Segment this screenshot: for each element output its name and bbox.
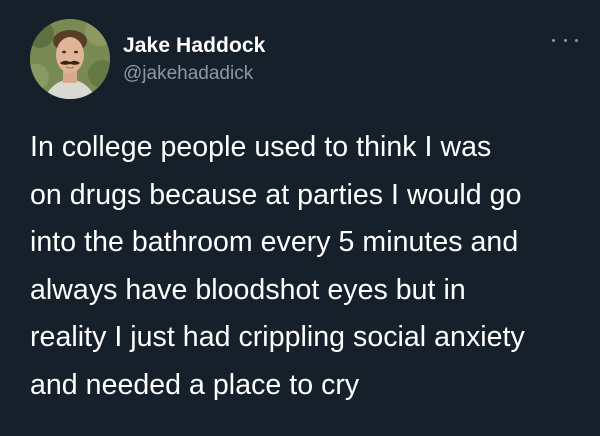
avatar[interactable] xyxy=(30,19,110,99)
more-dot xyxy=(563,38,567,42)
tweet-text-line: and needed a place to cry xyxy=(30,368,360,401)
avatar-image xyxy=(30,19,110,99)
tweet-text-line: reality I just had crippling social anxi… xyxy=(30,321,525,354)
more-dot xyxy=(575,38,578,42)
author-names: Jake Haddock @jakehadadick xyxy=(123,33,265,86)
tweet-text-line: into the bathroom every 5 minutes and xyxy=(30,226,519,259)
tweet-header: Jake Haddock @jakehadadick xyxy=(30,19,580,99)
tweet-text-line: In college people used to think I was xyxy=(30,131,492,163)
tweet-text-line: on drugs because at parties I would go xyxy=(30,178,522,211)
tweet-card: Jake Haddock @jakehadadick In college pe… xyxy=(0,0,600,436)
tweet-text: In college people used to think I was on… xyxy=(30,124,586,410)
more-dot xyxy=(552,38,555,42)
tweet-text-line: always have bloodshot eyes but in xyxy=(30,273,466,306)
more-options-icon[interactable] xyxy=(552,33,578,47)
author-display-name[interactable]: Jake Haddock xyxy=(123,33,265,59)
author-handle[interactable]: @jakehadadick xyxy=(123,62,265,86)
